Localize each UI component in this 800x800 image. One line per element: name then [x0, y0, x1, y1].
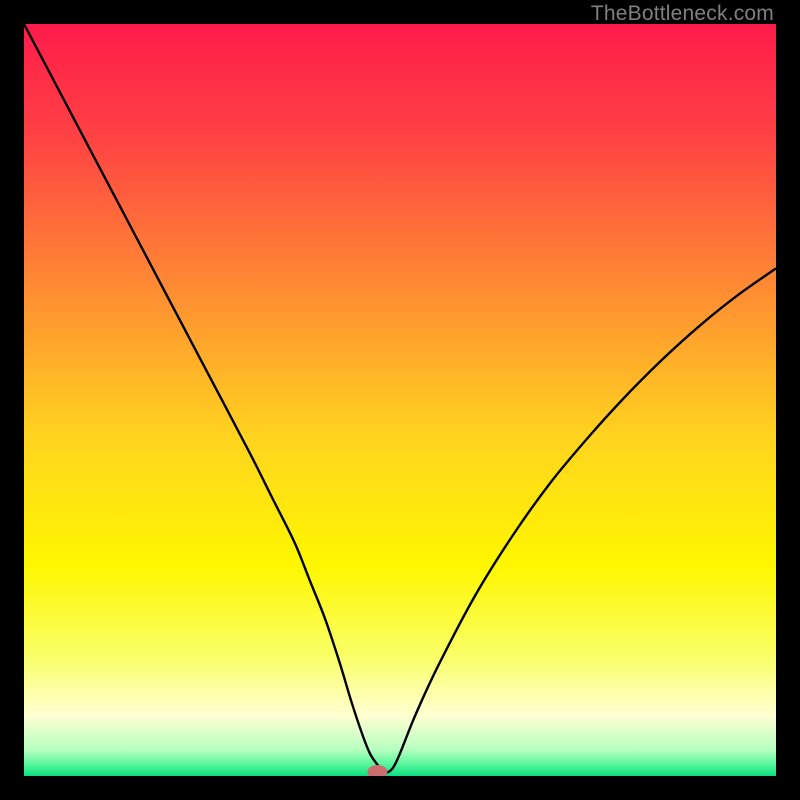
plot-area	[24, 24, 776, 776]
gradient-background	[24, 24, 776, 776]
watermark-text: TheBottleneck.com	[591, 2, 774, 26]
chart-svg	[24, 24, 776, 776]
chart-frame: TheBottleneck.com	[0, 0, 800, 800]
